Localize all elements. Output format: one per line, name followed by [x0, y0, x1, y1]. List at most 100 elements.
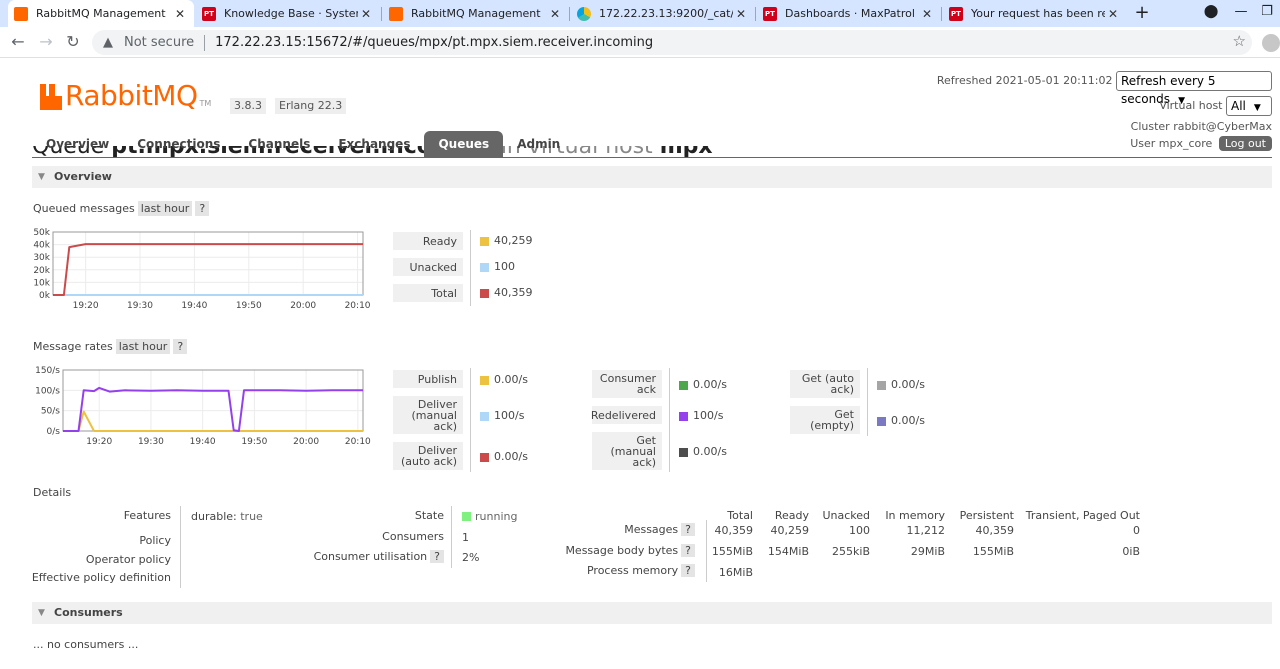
x-tick-label: 19:50: [236, 301, 262, 311]
col-in-memory: In memory: [885, 509, 945, 522]
rabbitmq-logo[interactable]: RabbitMQ TM: [40, 82, 211, 110]
effective-policy-label: Effective policy definition: [31, 571, 171, 584]
messages-help-button[interactable]: ?: [681, 523, 695, 536]
close-icon[interactable]: ✕: [172, 7, 188, 21]
consumer-ack-legend-swatch: [679, 380, 688, 390]
tab-channels[interactable]: Channels: [234, 131, 324, 158]
omnibox[interactable]: ▲ Not secure 172.22.23.15:15672/#/queues…: [92, 30, 1252, 55]
logout-button[interactable]: Log out: [1218, 136, 1272, 151]
tab-connections[interactable]: Connections: [123, 131, 234, 158]
rates-range-button[interactable]: last hour: [115, 339, 171, 354]
close-icon[interactable]: ✕: [358, 7, 374, 21]
consumers-section-header[interactable]: ▼ Consumers: [32, 602, 1272, 624]
tab-queues[interactable]: Queues: [424, 131, 504, 158]
stat-label-get-auto-ack: Get (auto ack): [790, 370, 860, 398]
policy-label: Policy: [139, 534, 171, 547]
tab-search-icon[interactable]: ⬤: [1200, 0, 1222, 27]
stat-value-get-manual-ack: 0.00/s: [679, 445, 727, 459]
reload-icon[interactable]: ↻: [62, 32, 84, 54]
state-text: running: [475, 510, 518, 523]
tab-exchanges[interactable]: Exchanges: [324, 131, 424, 158]
x-tick-label: 19:30: [138, 437, 164, 447]
tab-title: Your request has been recei: [971, 7, 1105, 20]
unacked-value: 100: [494, 260, 515, 273]
stat-label-get-empty: Get (empty): [790, 406, 860, 434]
state-value: running: [462, 510, 517, 523]
bookmark-star-icon[interactable]: ☆: [1233, 32, 1246, 50]
plot-frame: [52, 231, 364, 296]
back-icon[interactable]: ←: [7, 32, 29, 54]
stat-label-unacked: Unacked: [393, 258, 463, 276]
restore-icon[interactable]: ❐: [1256, 0, 1278, 27]
browser-tab-dashboards[interactable]: PT Dashboards · MaxPatrol 10 ✕: [757, 0, 941, 27]
col-persistent: Persistent: [959, 509, 1014, 522]
tab-admin[interactable]: Admin: [503, 131, 574, 158]
close-icon[interactable]: ✕: [919, 7, 935, 21]
stat-value-publish: 0.00/s: [480, 373, 528, 387]
refreshed-label: Refreshed: [936, 74, 993, 87]
features-value: durable: true: [191, 510, 263, 523]
messages-in-memory: 11,212: [906, 524, 946, 537]
row-label-message-body-bytes: Message body bytes?: [565, 544, 695, 557]
forward-icon[interactable]: →: [35, 32, 57, 54]
series-line: [63, 410, 363, 432]
bytes-persistent: 155MiB: [972, 545, 1014, 558]
queued-help-button[interactable]: ?: [195, 201, 210, 216]
queued-range-button[interactable]: last hour: [137, 201, 193, 216]
y-tick-label: 30k: [33, 253, 50, 263]
user-name: mpx_core: [1158, 137, 1213, 150]
not-secure-label[interactable]: Not secure: [124, 35, 194, 50]
user-label: User: [1130, 137, 1156, 150]
redelivered-value: 100/s: [693, 409, 724, 422]
refreshed-time: 2021-05-01 20:11:02: [995, 74, 1113, 87]
state-label: State: [414, 509, 444, 522]
refresh-interval-select[interactable]: Refresh every 5 seconds ▼: [1116, 71, 1272, 106]
erlang-version: Erlang 22.3: [275, 98, 347, 114]
rabbitmq-page: RabbitMQ TM 3.8.3 Erlang 22.3 Refreshed …: [0, 58, 1280, 669]
browser-tab-elastic[interactable]: 172.22.23.13:9200/_cat/indic ✕: [571, 0, 755, 27]
browser-tab-bar: RabbitMQ Management ✕ PT Knowledge Base …: [0, 0, 1280, 27]
get-auto-legend-swatch: [877, 380, 886, 390]
stat-value-get-empty: 0.00/s: [877, 414, 925, 428]
utilisation-help-button[interactable]: ?: [430, 550, 444, 563]
y-tick-label: 150/s: [35, 366, 60, 376]
publish-value: 0.00/s: [494, 373, 528, 386]
y-tick-label: 50/s: [41, 407, 60, 417]
main-menu: Overview Connections Channels Exchanges …: [32, 131, 574, 158]
get-auto-value: 0.00/s: [891, 378, 925, 391]
messages-total: 40,359: [714, 524, 754, 537]
features-label: Features: [123, 509, 171, 522]
deliver-auto-legend-swatch: [480, 452, 489, 462]
deliver-manual-legend-swatch: [480, 411, 489, 421]
overview-section-header[interactable]: ▼ Overview: [32, 166, 1272, 188]
browser-tab-knowledge-base[interactable]: PT Knowledge Base · System ma ✕: [196, 0, 380, 27]
warning-icon[interactable]: ▲: [100, 35, 116, 51]
body-bytes-help-button[interactable]: ?: [681, 544, 695, 557]
tab-separator: [755, 7, 756, 21]
x-tick-label: 20:10: [345, 301, 371, 311]
url-text[interactable]: 172.22.23.15:15672/#/queues/mpx/pt.mpx.s…: [215, 35, 653, 50]
rates-help-button[interactable]: ?: [173, 339, 188, 354]
messages-persistent: 40,359: [975, 524, 1015, 537]
close-icon[interactable]: ✕: [1105, 7, 1121, 21]
x-tick-label: 19:50: [241, 437, 267, 447]
browser-tab-request[interactable]: PT Your request has been recei ✕: [943, 0, 1127, 27]
queued-messages-label: Queued messages last hour?: [33, 201, 210, 217]
new-tab-button[interactable]: +: [1130, 2, 1154, 24]
browser-tab-rabbitmq-active[interactable]: RabbitMQ Management ✕: [8, 0, 194, 27]
tab-overview[interactable]: Overview: [32, 131, 123, 158]
close-icon[interactable]: ✕: [547, 7, 563, 21]
close-icon[interactable]: ✕: [733, 7, 749, 21]
process-memory-help-button[interactable]: ?: [681, 564, 695, 577]
deliver-manual-value: 100/s: [494, 409, 525, 422]
browser-tab-rabbitmq-2[interactable]: RabbitMQ Management ✕: [383, 0, 569, 27]
refresh-row: Refreshed 2021-05-01 20:11:02 Refresh ev…: [936, 71, 1272, 106]
stat-divider: [867, 368, 868, 436]
process-memory-label: Process memory: [586, 564, 679, 577]
profile-avatar[interactable]: [1262, 34, 1280, 52]
minimize-icon[interactable]: —: [1230, 0, 1252, 27]
features-key: durable:: [191, 510, 237, 523]
vhost-select[interactable]: All ▼: [1226, 96, 1272, 116]
y-tick-label: 0/s: [47, 427, 61, 437]
stat-label-ready: Ready: [393, 232, 463, 250]
